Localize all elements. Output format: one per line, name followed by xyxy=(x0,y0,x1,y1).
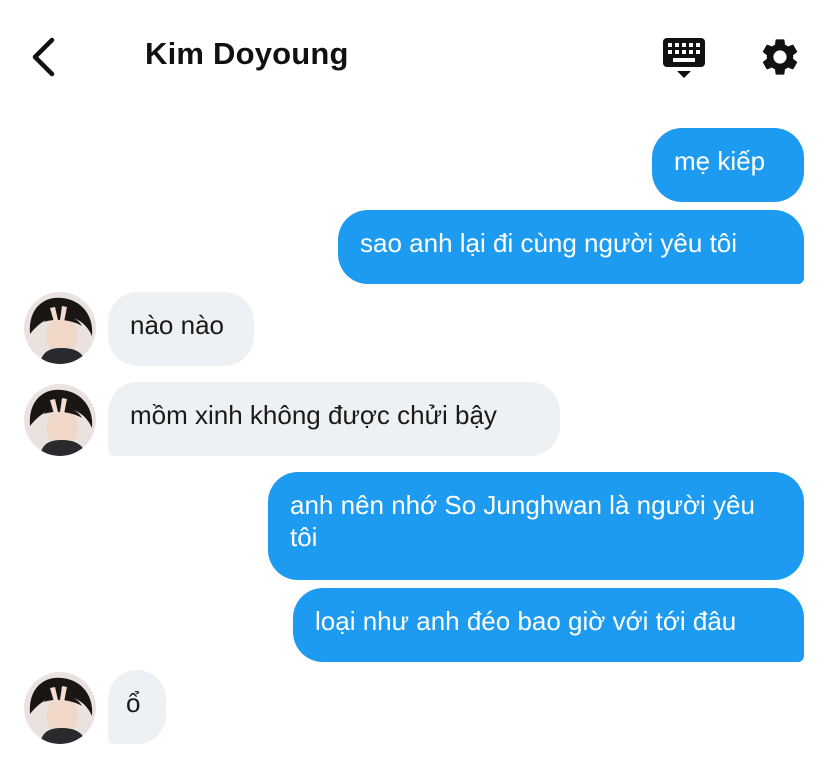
message-bubble-incoming[interactable]: mồm xinh không được chửi bậy xyxy=(108,382,560,456)
settings-button[interactable] xyxy=(758,35,802,79)
message-bubble-outgoing[interactable]: mẹ kiếp xyxy=(652,128,804,202)
message-bubble-outgoing[interactable]: loại như anh đéo bao giờ với tới đâu xyxy=(293,588,804,662)
gear-icon xyxy=(762,39,798,75)
message-bubble-incoming[interactable]: nào nào xyxy=(108,292,254,366)
message-bubble-incoming[interactable]: ổ xyxy=(108,670,166,744)
keyboard-button[interactable] xyxy=(661,36,707,80)
keyboard-icon xyxy=(663,38,705,78)
message-text: ổ xyxy=(126,688,141,718)
contact-avatar[interactable] xyxy=(24,672,96,744)
message-bubble-outgoing[interactable]: anh nên nhớ So Junghwan là người yêu tôi xyxy=(268,472,804,580)
avatar-photo-icon xyxy=(24,384,96,456)
message-bubble-outgoing[interactable]: sao anh lại đi cùng người yêu tôi xyxy=(338,210,804,284)
avatar-photo-icon xyxy=(24,292,96,364)
avatar-photo-icon xyxy=(24,672,96,744)
back-button[interactable] xyxy=(26,34,66,80)
message-text: anh nên nhớ So Junghwan là người yêu tôi xyxy=(290,490,755,552)
chevron-left-icon xyxy=(32,37,55,77)
contact-name[interactable]: Kim Doyoung xyxy=(145,36,349,72)
message-text: sao anh lại đi cùng người yêu tôi xyxy=(360,228,738,258)
message-text: loại như anh đéo bao giờ với tới đâu xyxy=(315,606,737,636)
message-text: mẹ kiếp xyxy=(674,146,766,176)
contact-avatar[interactable] xyxy=(24,384,96,456)
chat-header: Kim Doyoung xyxy=(0,0,828,112)
message-text: mồm xinh không được chửi bậy xyxy=(130,400,497,430)
contact-avatar[interactable] xyxy=(24,292,96,364)
message-text: nào nào xyxy=(130,310,224,340)
